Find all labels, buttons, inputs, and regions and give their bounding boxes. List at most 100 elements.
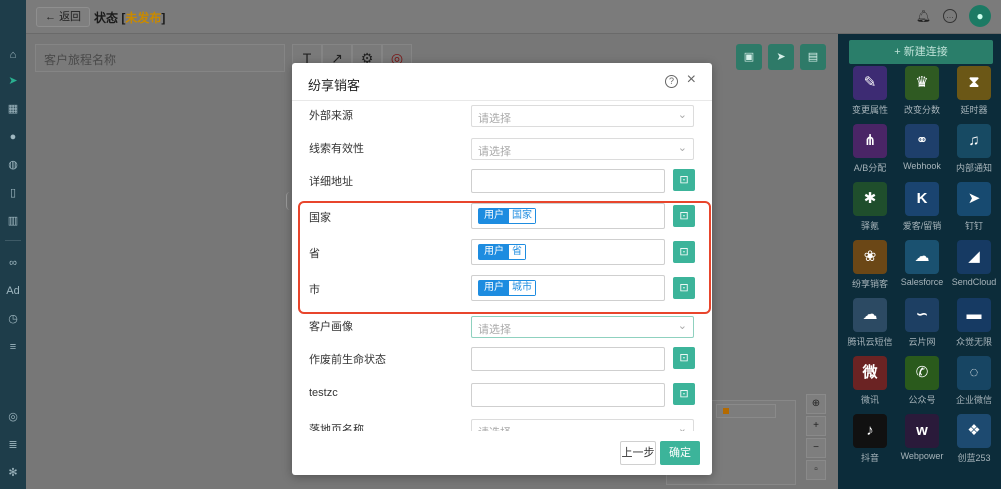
- field-label: testzc: [309, 387, 338, 399]
- list-icon[interactable]: ≡: [6, 340, 20, 354]
- fit-icon[interactable]: ▫: [806, 460, 826, 480]
- settings-icon[interactable]: ✻: [6, 466, 20, 480]
- component-douyin[interactable]: ♪ 抖音: [844, 414, 896, 470]
- chart-icon[interactable]: ▥: [6, 214, 20, 228]
- component-sendcloud[interactable]: ◢ SendCloud: [948, 240, 1000, 296]
- close-icon[interactable]: ×: [687, 72, 696, 88]
- zhongjue-icon: ▬: [957, 298, 991, 332]
- field-label: 线索有效性: [309, 143, 364, 155]
- component-fxiaoke[interactable]: ❀ 纷享销客: [844, 240, 896, 296]
- field-label: 客户画像: [309, 321, 353, 333]
- component-label: 腾讯云短信: [847, 337, 893, 347]
- insert-variable-button[interactable]: ⊡: [673, 347, 695, 369]
- chevron-down-icon: ⌄: [677, 423, 687, 431]
- form-row: 线索有效性 请选择 ⌄: [292, 134, 712, 164]
- chevron-down-icon: ⌄: [677, 109, 687, 121]
- wechat-icon: ✆: [905, 356, 939, 390]
- k-icon: K: [905, 182, 939, 216]
- home-icon[interactable]: ⌂: [6, 48, 20, 62]
- field-label: 落地页名称: [309, 424, 364, 431]
- component-weixun[interactable]: 微微讯: [844, 356, 896, 412]
- bookmark-icon[interactable]: ▯: [6, 186, 20, 200]
- zoom-in-icon[interactable]: +: [806, 416, 826, 436]
- select-field[interactable]: 请选择 ⌄: [471, 316, 694, 338]
- component-spider[interactable]: ✱ 驿氪: [844, 182, 896, 238]
- select-placeholder: 请选择: [478, 424, 511, 431]
- zoom-out-icon[interactable]: −: [806, 438, 826, 458]
- component-edit[interactable]: ✎ 变更属性: [844, 66, 896, 122]
- select-field[interactable]: 请选择 ⌄: [471, 419, 694, 431]
- bell-icon[interactable]: 🔔︎: [916, 9, 931, 23]
- component-salesforce[interactable]: ☁ Salesforce: [896, 240, 948, 296]
- link-icon[interactable]: ∞: [6, 256, 20, 270]
- select-placeholder: 请选择: [478, 146, 511, 158]
- component-panel: + 新建连接 ✎ 变更属性 ♛ 改变分数 ⧗ 延时器 ⋔ A/B分配 ⚭ Webhook ♫ 内部通知…: [838, 34, 1001, 489]
- bell-icon: ♫: [957, 124, 991, 158]
- journey-name-input[interactable]: 客户旅程名称: [35, 44, 285, 72]
- help-icon[interactable]: ?: [665, 75, 678, 88]
- select-placeholder: 请选择: [478, 324, 511, 336]
- text-field[interactable]: [471, 169, 665, 193]
- page-title: 状态 [未发布]: [94, 11, 166, 25]
- insert-variable-button[interactable]: ⊡: [673, 169, 695, 191]
- back-button[interactable]: ← 返回: [36, 7, 91, 27]
- modal-title: 纷享销客: [308, 78, 361, 93]
- component-chuanglan[interactable]: ❖ 创蓝253: [948, 414, 1000, 470]
- prev-step-button[interactable]: 上一步: [620, 441, 656, 465]
- menu-icon[interactable]: ≣: [6, 438, 20, 452]
- text-field[interactable]: [471, 347, 665, 371]
- form-row: 客户画像 请选择 ⌄: [292, 312, 712, 342]
- component-label: 驿氪: [860, 221, 879, 231]
- component-label: 爱客/留销: [902, 221, 942, 231]
- component-bell[interactable]: ♫ 内部通知: [948, 124, 1000, 180]
- publish-button[interactable]: ➤: [768, 44, 794, 70]
- edit-icon: ✎: [853, 66, 887, 100]
- chevron-down-icon: ⌄: [677, 142, 687, 154]
- fxiaoke-icon: ❀: [853, 240, 887, 274]
- send-icon[interactable]: ➤: [6, 74, 20, 88]
- field-label: 作废前生命状态: [309, 354, 386, 366]
- clock-icon[interactable]: ◷: [6, 312, 20, 326]
- template-button[interactable]: ▤: [800, 44, 826, 70]
- component-dingtalk[interactable]: ➤ 钉钉: [948, 182, 1000, 238]
- component-yunpian[interactable]: ∽ 云片网: [896, 298, 948, 354]
- component-webpower[interactable]: w Webpower: [896, 414, 948, 470]
- chevron-down-icon: ⌄: [677, 320, 687, 332]
- component-label: 变更属性: [851, 105, 888, 115]
- component-k[interactable]: K 爱客/留销: [896, 182, 948, 238]
- component-wecom[interactable]: ◌ 企业微信: [948, 356, 1000, 412]
- component-wechat[interactable]: ✆ 公众号: [896, 356, 948, 412]
- form-row: 详细地址 ⊡: [292, 167, 712, 197]
- insert-variable-button[interactable]: ⊡: [673, 383, 695, 405]
- apps-icon[interactable]: ◎: [6, 410, 20, 424]
- user-icon[interactable]: ●: [6, 130, 20, 144]
- component-webhook[interactable]: ⚭ Webhook: [896, 124, 948, 180]
- new-connection-button[interactable]: + 新建连接: [849, 40, 993, 64]
- select-field[interactable]: 请选择 ⌄: [471, 138, 694, 160]
- ad-icon[interactable]: Ad: [6, 284, 20, 298]
- douyin-icon: ♪: [853, 414, 887, 448]
- confirm-button[interactable]: 确定: [660, 441, 700, 465]
- locate-icon[interactable]: ⊕: [806, 394, 826, 414]
- component-label: Webhook: [903, 161, 941, 171]
- chat-icon[interactable]: …: [943, 9, 957, 23]
- component-hourglass[interactable]: ⧗ 延时器: [948, 66, 1000, 122]
- trophy-icon: ♛: [905, 66, 939, 100]
- component-zhongjue[interactable]: ▬ 众觉无限: [948, 298, 1000, 354]
- component-ab-split[interactable]: ⋔ A/B分配: [844, 124, 896, 180]
- top-header: ← 返回 状态 [未发布] 🔔︎ … ●: [26, 0, 1001, 34]
- users-icon[interactable]: ◍: [6, 158, 20, 172]
- app-frame: ⌂ ➤ ▦ ● ◍ ▯ ▥ ∞ Ad ◷ ≡ ◎ ≣ ✻ ← 返回 状态 [未发…: [0, 0, 1001, 489]
- component-label: Salesforce: [900, 277, 944, 287]
- wecom-icon: ◌: [957, 356, 991, 390]
- save-button[interactable]: ▣: [736, 44, 762, 70]
- chuanglan-icon: ❖: [957, 414, 991, 448]
- component-trophy[interactable]: ♛ 改变分数: [896, 66, 948, 122]
- component-label: 创蓝253: [957, 453, 991, 463]
- text-field[interactable]: [471, 383, 665, 407]
- avatar[interactable]: ●: [969, 5, 991, 27]
- calendar-icon[interactable]: ▦: [6, 102, 20, 116]
- component-tencent-cloud[interactable]: ☁ 腾讯云短信: [844, 298, 896, 354]
- select-field[interactable]: 请选择 ⌄: [471, 105, 694, 127]
- tencent-cloud-icon: ☁: [853, 298, 887, 332]
